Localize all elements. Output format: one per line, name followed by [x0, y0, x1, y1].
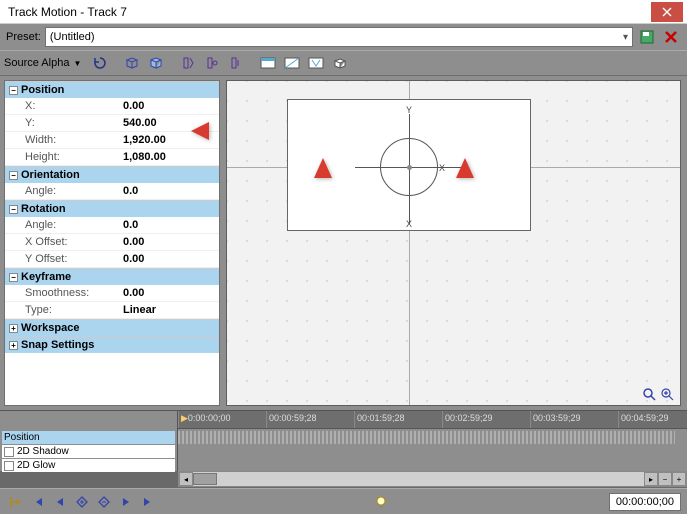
close-button[interactable] — [651, 2, 683, 22]
lane-2d-shadow[interactable]: 2D Shadow — [2, 445, 175, 458]
section-label: Keyframe — [21, 271, 71, 283]
section-label: Workspace — [21, 322, 80, 334]
x-label: X: — [5, 98, 117, 115]
last-keyframe-button[interactable] — [138, 492, 158, 512]
position-track[interactable] — [178, 431, 675, 444]
center-handle[interactable] — [407, 165, 412, 170]
ruler-tick: 00:03:59;29 — [530, 411, 581, 428]
snap-section-header[interactable]: +Snap Settings — [5, 336, 219, 353]
x-axis-label-right: X — [439, 163, 445, 173]
lane-label: 2D Glow — [17, 460, 55, 471]
x-value[interactable]: 0.00 — [117, 98, 219, 115]
annotation-arrow — [308, 156, 338, 296]
add-keyframe-button[interactable] — [72, 492, 92, 512]
annotation-arrow — [189, 116, 269, 146]
prev-keyframe-button[interactable] — [50, 492, 70, 512]
expand-icon: + — [9, 324, 18, 333]
collapse-icon: − — [9, 205, 18, 214]
save-preset-button[interactable] — [637, 27, 657, 47]
y-label: Y: — [5, 115, 117, 132]
zoom-icon[interactable] — [642, 387, 658, 403]
section-label: Orientation — [21, 169, 80, 181]
chevron-down-icon: ▾ — [623, 32, 628, 43]
section-label: Snap Settings — [21, 339, 94, 351]
lane-label: 2D Shadow — [17, 446, 69, 457]
rotation-section-header[interactable]: −Rotation — [5, 200, 219, 217]
smooth-label: Smoothness: — [5, 285, 117, 302]
collapse-icon: − — [9, 273, 18, 282]
time-readout[interactable]: 00:00:00;00 — [609, 493, 681, 511]
orientation-section-header[interactable]: −Orientation — [5, 166, 219, 183]
scroll-right-button[interactable]: ▸ — [644, 472, 658, 486]
position-section-header[interactable]: −Position — [5, 81, 219, 98]
width-label: Width: — [5, 132, 117, 149]
ruler-tick: 00:01:59;28 — [354, 411, 405, 428]
tool-c-button[interactable] — [225, 52, 247, 74]
remove-keyframe-button[interactable] — [94, 492, 114, 512]
cube-2d-button[interactable] — [121, 52, 143, 74]
view-3-button[interactable] — [305, 52, 327, 74]
height-value[interactable]: 1,080.00 — [117, 149, 219, 166]
view-1-button[interactable] — [257, 52, 279, 74]
type-value[interactable]: Linear — [117, 302, 219, 319]
zoom-out-button[interactable]: − — [658, 472, 672, 486]
preset-value: (Untitled) — [50, 31, 95, 43]
rot-angle-label: Angle: — [5, 217, 117, 234]
lane-position[interactable]: Position — [2, 431, 175, 444]
section-label: Position — [21, 84, 64, 96]
source-alpha-dropdown[interactable]: Source Alpha ▼ — [4, 57, 87, 69]
collapse-icon: − — [9, 86, 18, 95]
tool-b-button[interactable] — [201, 52, 223, 74]
tool-a-button[interactable] — [177, 52, 199, 74]
scrollbar-thumb[interactable] — [193, 473, 217, 485]
yoffset-value[interactable]: 0.00 — [117, 251, 219, 268]
lightbulb-icon[interactable] — [372, 493, 390, 511]
angle-value[interactable]: 0.0 — [117, 183, 219, 200]
expand-icon: + — [9, 341, 18, 350]
ruler-tick: 00:04:59;29 — [618, 411, 669, 428]
restore-button[interactable] — [89, 52, 111, 74]
zoom-in-button[interactable]: + — [672, 472, 686, 486]
y-axis-label: Y — [406, 105, 412, 115]
lane-label: Position — [4, 432, 40, 443]
ruler-tick: ▶0:00:00;00 — [178, 411, 230, 428]
preset-label: Preset: — [6, 31, 41, 43]
next-keyframe-button[interactable] — [116, 492, 136, 512]
collapse-icon: − — [9, 171, 18, 180]
checkbox-icon[interactable] — [4, 461, 14, 471]
xoffset-label: X Offset: — [5, 234, 117, 251]
annotation-arrow — [450, 156, 480, 296]
smooth-value[interactable]: 0.00 — [117, 285, 219, 302]
x-axis-label-bottom: X — [406, 219, 412, 229]
yoffset-label: Y Offset: — [5, 251, 117, 268]
zoom-plus-icon[interactable] — [660, 387, 676, 403]
scroll-left-button[interactable]: ◂ — [179, 472, 193, 486]
delete-preset-button[interactable] — [661, 27, 681, 47]
timeline-scrollbar[interactable]: ◂ ▸ − + — [178, 471, 687, 487]
keyframe-section-header[interactable]: −Keyframe — [5, 268, 219, 285]
source-alpha-label: Source Alpha — [4, 57, 69, 69]
xoffset-value[interactable]: 0.00 — [117, 234, 219, 251]
ruler-tick: 00:02:59;29 — [442, 411, 493, 428]
window-title: Track Motion - Track 7 — [4, 5, 651, 19]
checkbox-icon[interactable] — [4, 447, 14, 457]
chevron-down-icon: ▼ — [71, 59, 83, 68]
sync-cursor-button[interactable] — [6, 492, 26, 512]
preset-dropdown[interactable]: (Untitled) ▾ — [45, 27, 633, 47]
rot-angle-value[interactable]: 0.0 — [117, 217, 219, 234]
cube-3d-button[interactable] — [145, 52, 167, 74]
first-keyframe-button[interactable] — [28, 492, 48, 512]
ruler-tick: 00:00:59;28 — [266, 411, 317, 428]
view-2-button[interactable] — [281, 52, 303, 74]
height-label: Height: — [5, 149, 117, 166]
type-label: Type: — [5, 302, 117, 319]
workspace-section-header[interactable]: +Workspace — [5, 319, 219, 336]
timeline-tracks[interactable] — [178, 429, 687, 471]
angle-label: Angle: — [5, 183, 117, 200]
section-label: Rotation — [21, 203, 66, 215]
timeline-ruler[interactable]: ▶0:00:00;00 00:00:59;28 00:01:59;28 00:0… — [178, 411, 687, 429]
view-4-button[interactable] — [329, 52, 351, 74]
